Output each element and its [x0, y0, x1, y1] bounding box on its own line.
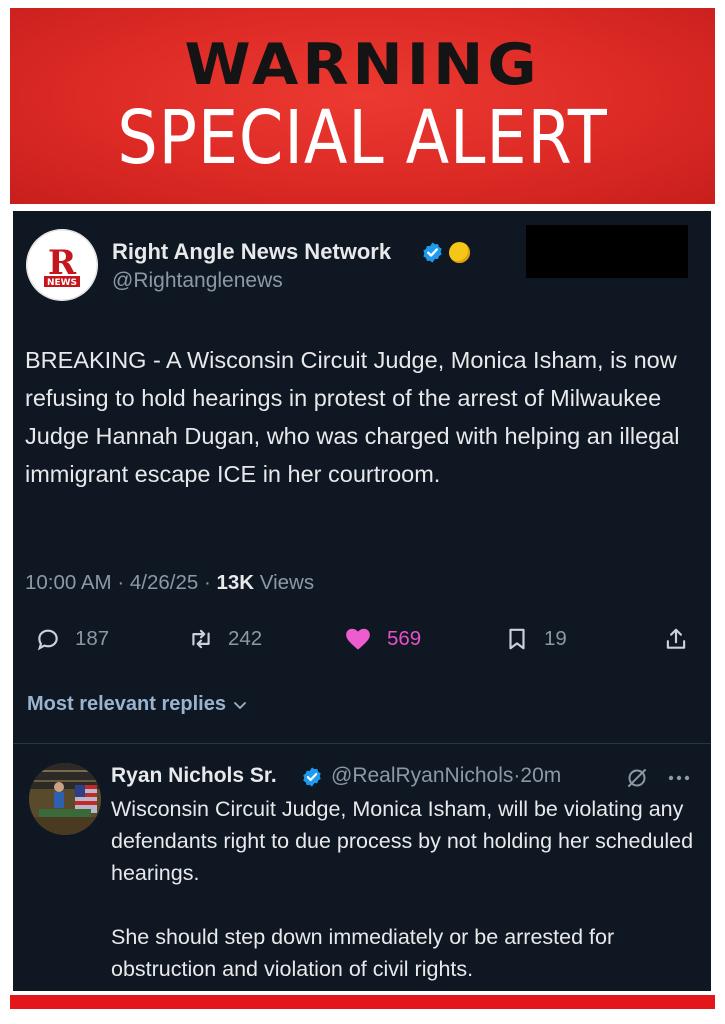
reply-author-handle[interactable]: @RealRyanNichols: [331, 764, 513, 787]
verified-icon: [423, 242, 442, 263]
author-name[interactable]: Right Angle News Network: [112, 239, 391, 265]
reply-count: 187: [75, 627, 110, 650]
like-count: 569: [387, 627, 422, 650]
repost-icon: [192, 629, 210, 649]
bookmark-count: 19: [544, 627, 567, 650]
tweet-text: BREAKING - A Wisconsin Circuit Judge, Mo…: [25, 347, 680, 487]
more-icon[interactable]: [667, 768, 691, 788]
verified-icon: [303, 767, 321, 787]
reply-icon: [37, 629, 58, 651]
views-count: 13K: [216, 571, 255, 594]
repost-count: 242: [228, 627, 263, 650]
tweet-date[interactable]: 4/26/25: [130, 571, 198, 594]
reply-handle-time: @RealRyanNichols·20m: [331, 764, 561, 788]
banner-alert-text: SPECIAL ALERT: [117, 95, 608, 181]
gold-badge-icon: [449, 242, 470, 263]
author-handle[interactable]: @Rightanglenews: [112, 269, 283, 293]
banner-warning-text: WARNING: [184, 31, 541, 99]
bookmark-button[interactable]: 19: [504, 619, 567, 659]
meta-separator: ·: [111, 571, 130, 594]
tweet-card: R NEWS Right Angle News Network @Rightan…: [13, 211, 711, 991]
warning-banner: WARNING SPECIAL ALERT: [10, 8, 715, 204]
reply-time[interactable]: 20m: [520, 764, 561, 787]
author-avatar[interactable]: R NEWS: [26, 229, 98, 301]
reply-avatar-photo: [29, 763, 101, 835]
views-label: Views: [259, 571, 315, 594]
most-relevant-replies-label: Most relevant replies: [27, 693, 226, 715]
reply-author-name[interactable]: Ryan Nichols Sr.: [111, 764, 277, 788]
like-button[interactable]: 569: [343, 619, 421, 659]
tweet-meta: 10:00 AM · 4/26/25 · 13K Views: [25, 571, 314, 595]
right-angle-news-logo: R NEWS: [26, 229, 98, 301]
grok-icon[interactable]: [625, 766, 649, 790]
bookmark-icon: [509, 628, 525, 650]
repost-button[interactable]: 242: [188, 619, 262, 659]
divider: [13, 743, 711, 744]
reply-button[interactable]: 187: [35, 619, 109, 659]
like-icon: [346, 628, 370, 650]
share-icon: [666, 628, 686, 649]
meta-separator: ·: [198, 571, 217, 594]
tweet-actions: 187 242 569 19: [13, 619, 711, 659]
share-button[interactable]: [663, 619, 689, 659]
reply-header: Ryan Nichols Sr. @RealRyanNichols·20m: [111, 762, 701, 792]
most-relevant-replies-dropdown[interactable]: Most relevant replies: [27, 693, 248, 716]
chevron-down-icon: [234, 701, 246, 709]
reply-avatar[interactable]: [29, 763, 101, 835]
tweet-time[interactable]: 10:00 AM: [25, 571, 112, 594]
svg-text:NEWS: NEWS: [47, 278, 77, 288]
reply-text: Wisconsin Circuit Judge, Monica Isham, w…: [111, 797, 694, 981]
redaction-box: [526, 225, 688, 278]
bottom-red-bar: [10, 995, 715, 1009]
